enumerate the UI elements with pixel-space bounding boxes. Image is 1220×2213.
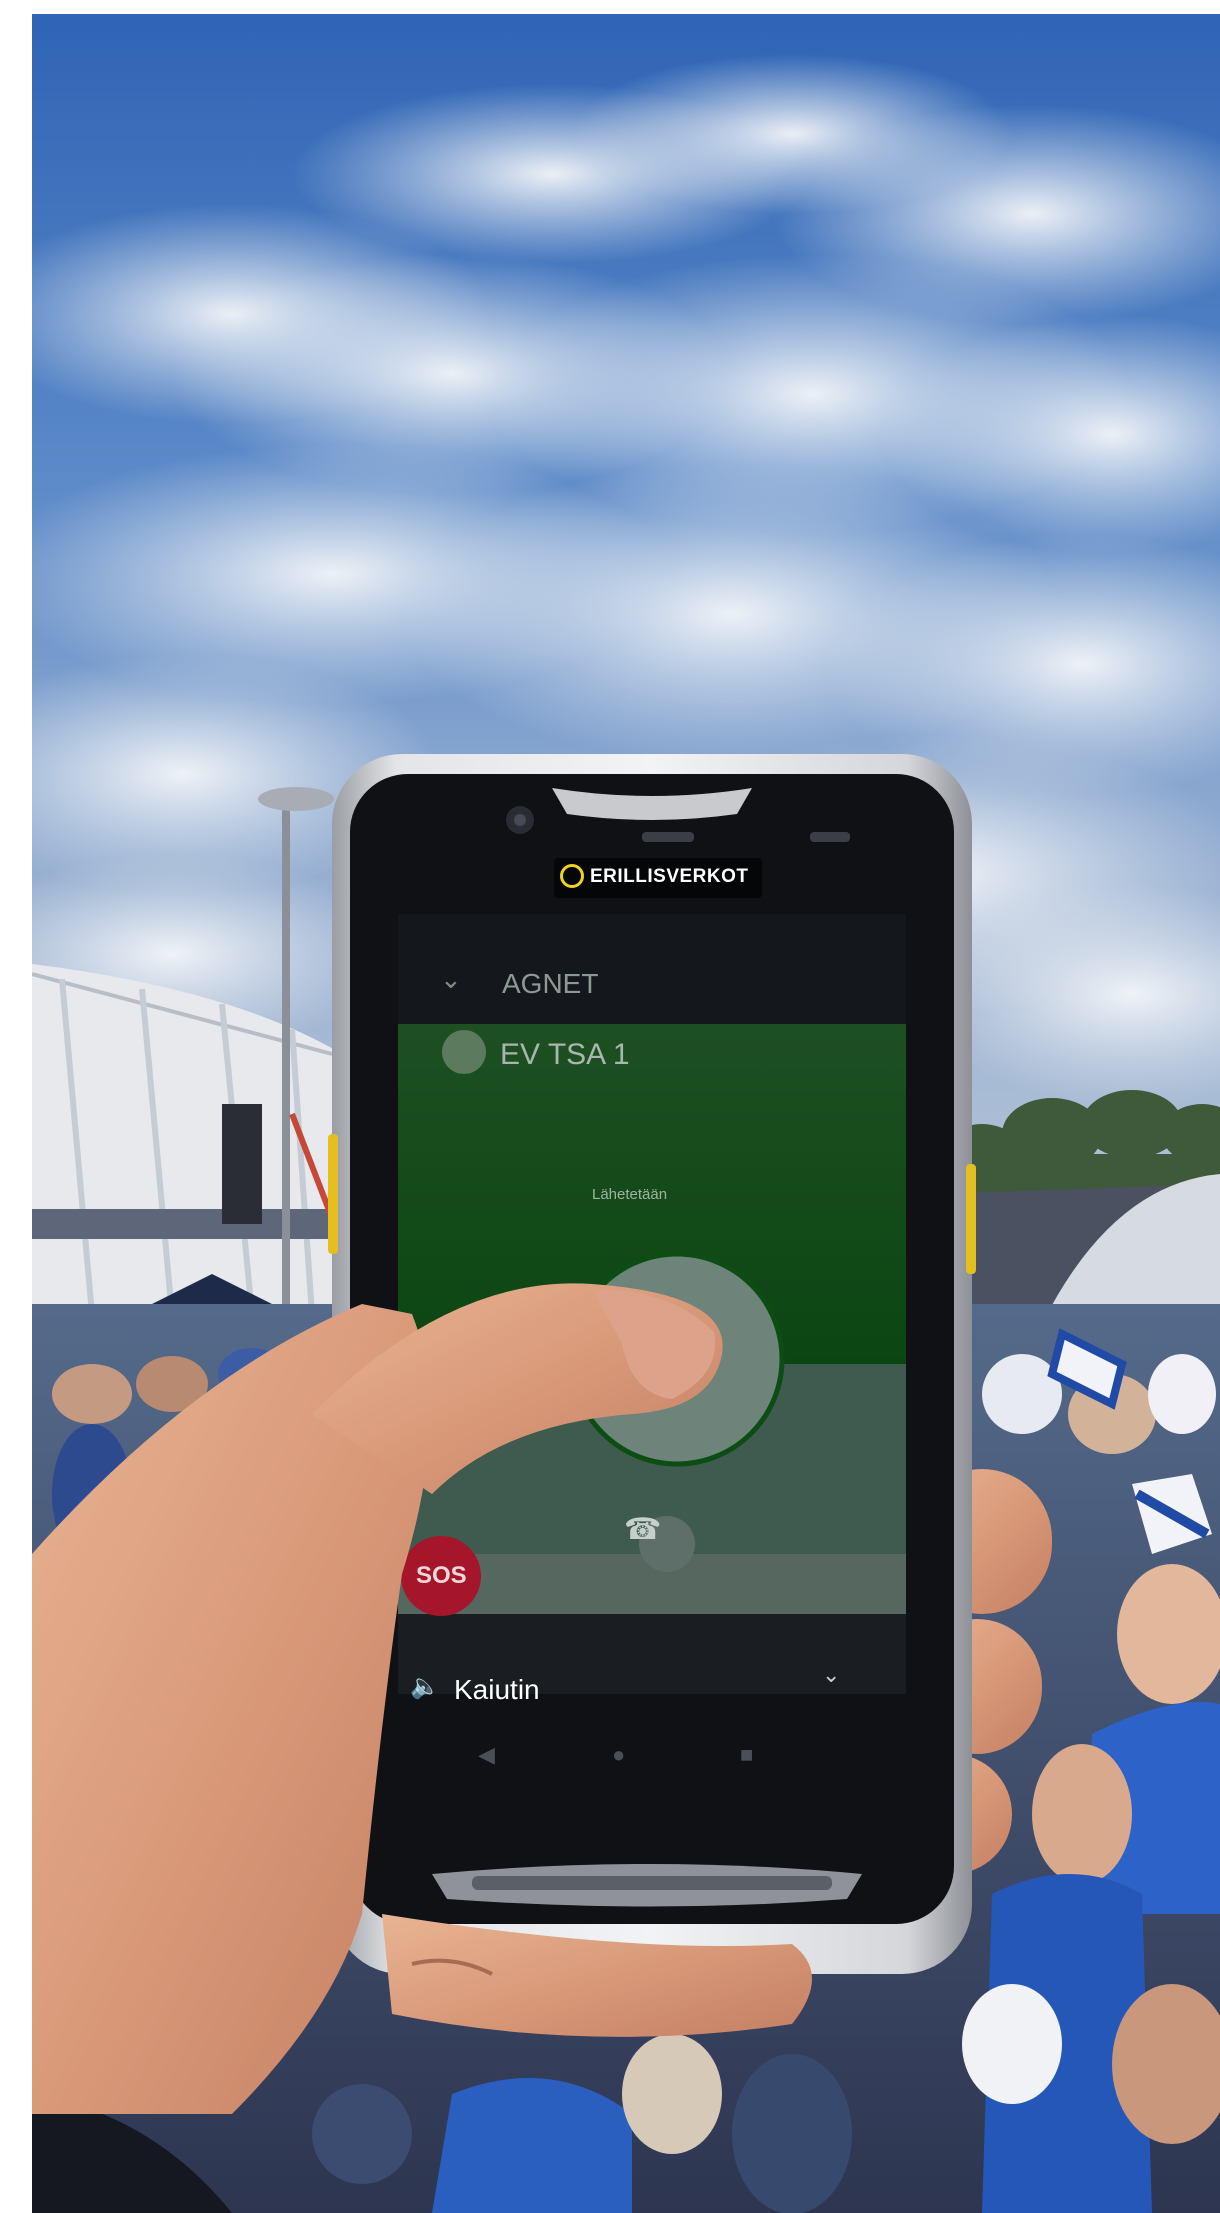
ptt-status-text: Lähetetään	[592, 1186, 668, 1203]
phone-hangup-icon: ☎	[624, 1513, 662, 1546]
brand-label: ERILLISVERKOT	[590, 866, 749, 887]
group-icon	[442, 1030, 486, 1074]
audio-label: Kaiutin	[454, 1674, 540, 1705]
photo-illustration	[32, 14, 1220, 2213]
photo-scene: ERILLISVERKOT ⌄ AGNET EV TSA 1 Lähetetää…	[32, 14, 1220, 2213]
audio-dropdown-icon: ⌄	[822, 1662, 841, 1687]
nav-back-icon: ◀	[478, 1742, 495, 1767]
nav-home-icon: ●	[612, 1742, 626, 1767]
speaker-icon: 🔈	[410, 1673, 440, 1700]
sos-label: SOS	[416, 1562, 467, 1589]
header-back-icon: ⌄	[440, 964, 462, 994]
group-name: EV TSA 1	[500, 1038, 630, 1071]
brand-label-badge: ERILLISVERKOT	[554, 858, 762, 898]
header-title: AGNET	[502, 968, 599, 999]
nav-recents-icon: ■	[740, 1742, 754, 1767]
erillisverkot-logo-icon	[560, 864, 584, 888]
